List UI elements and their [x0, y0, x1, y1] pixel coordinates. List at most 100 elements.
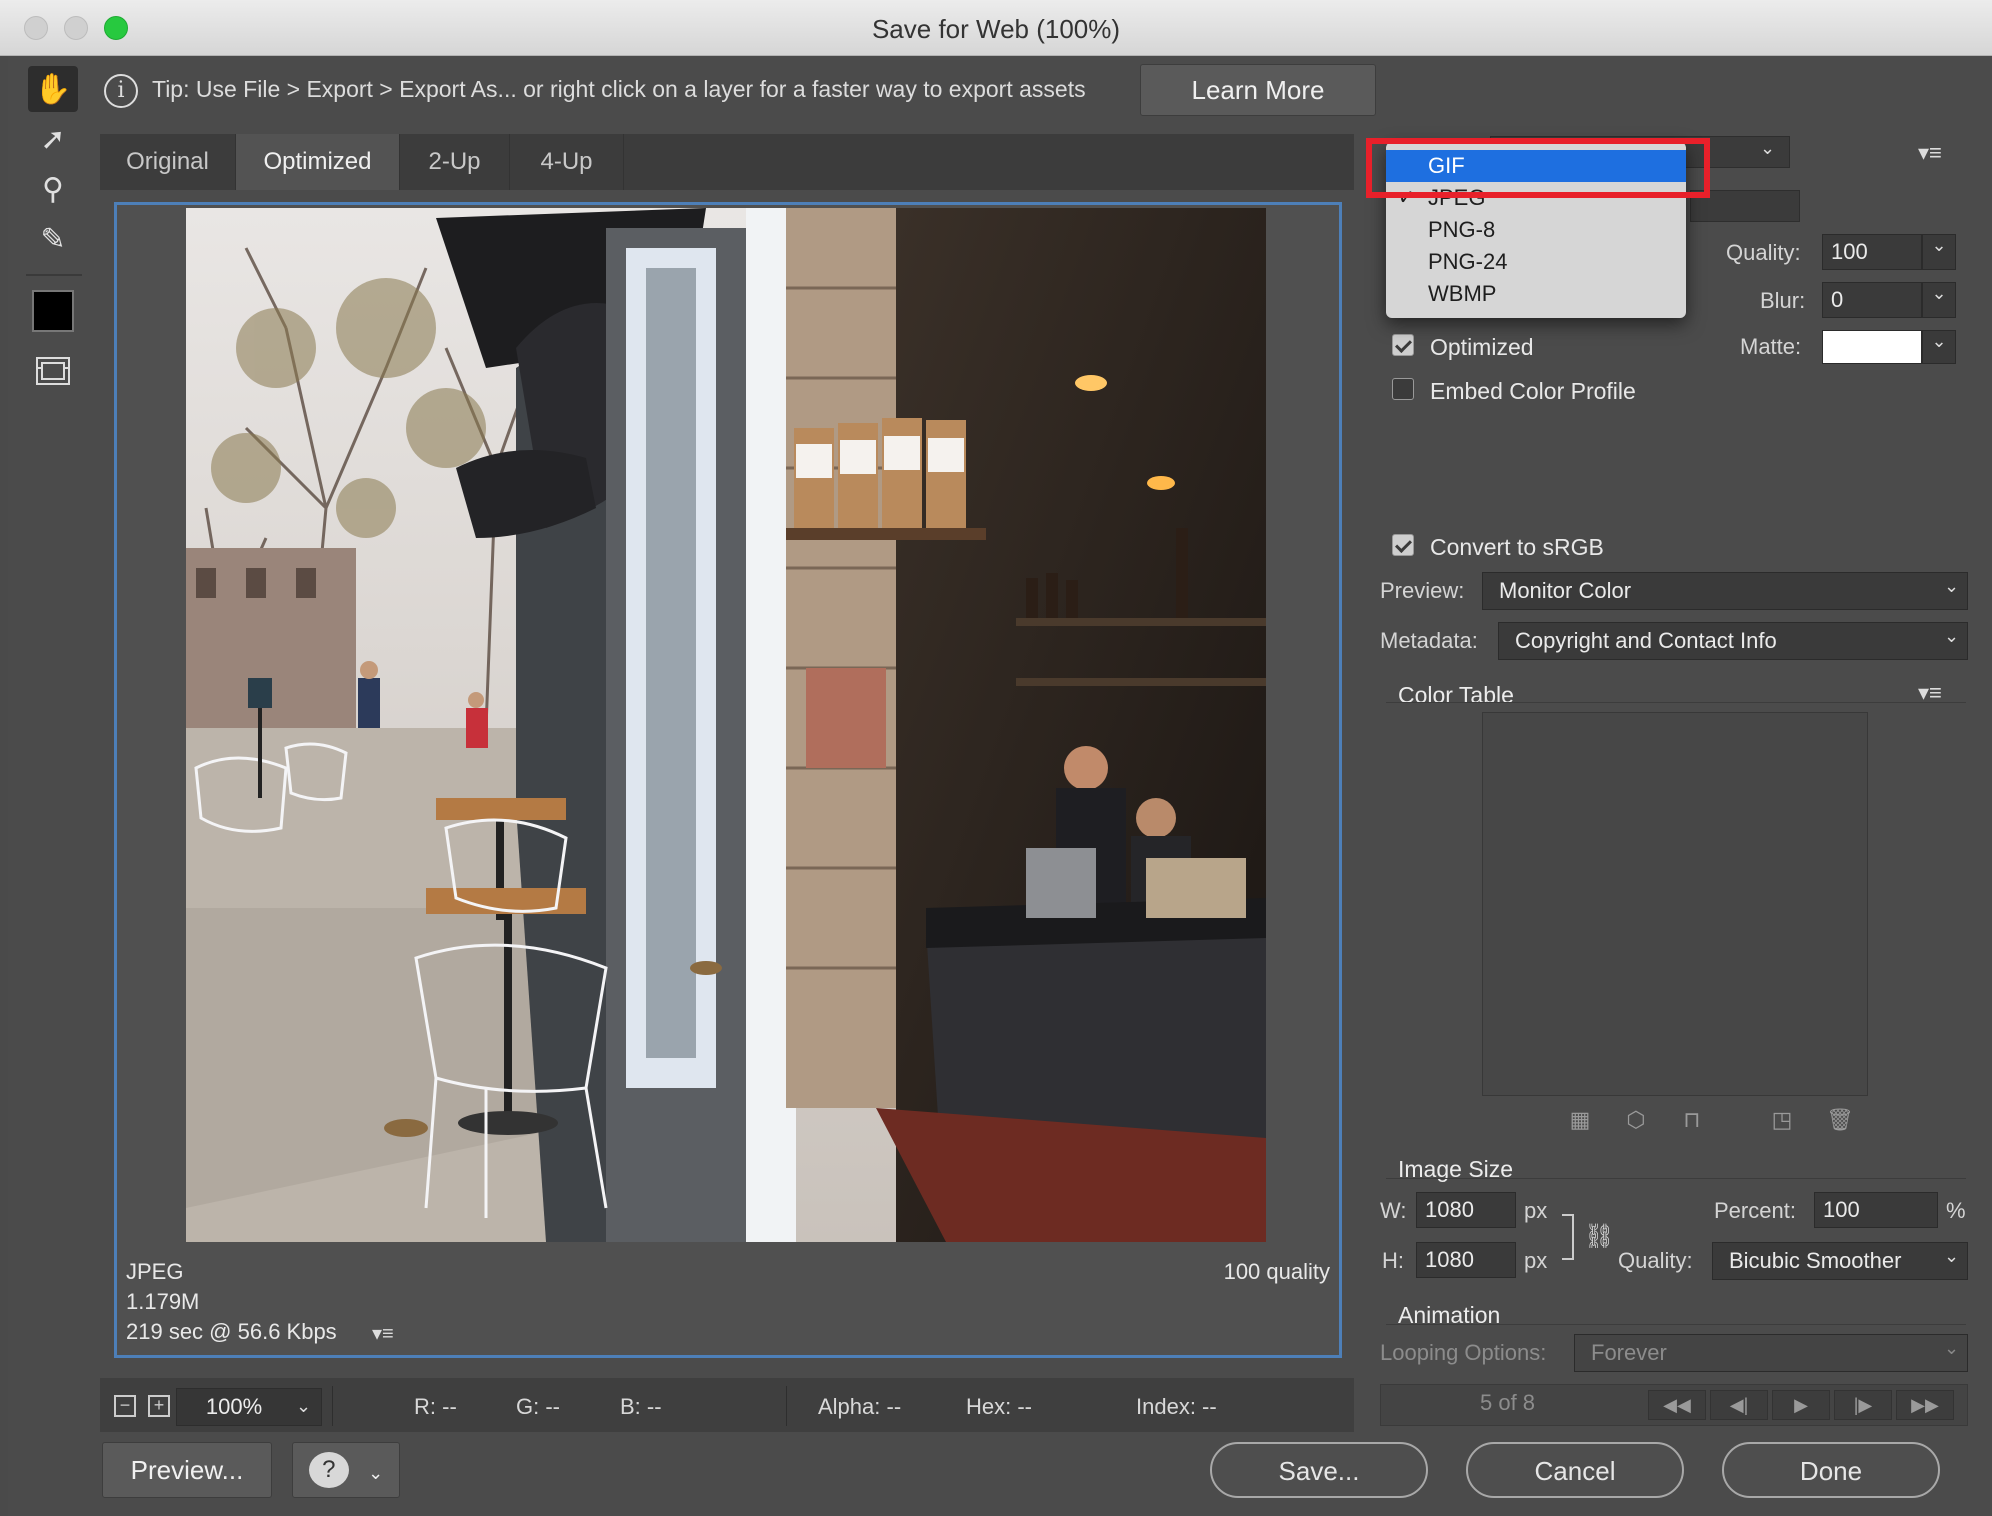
tab-4-up[interactable]: 4-Up [510, 134, 624, 190]
trash-icon[interactable]: 🗑 [1826, 1108, 1854, 1132]
menu-item-png-24[interactable]: PNG-24 [1386, 246, 1686, 278]
percent-field[interactable]: 100 [1814, 1192, 1938, 1228]
chevron-down-icon: ⌄ [1944, 576, 1960, 596]
quality-label: Quality: [1726, 240, 1801, 265]
section-divider [1386, 1324, 1966, 1325]
matte-dropdown[interactable]: ⌄ [1922, 330, 1956, 364]
embed-color-profile-label: Embed Color Profile [1430, 378, 1636, 404]
chevron-down-icon: ⌄ [1944, 1338, 1960, 1358]
zoom-in-button[interactable]: + [148, 1395, 170, 1417]
hand-icon: ✋ [34, 72, 72, 106]
toggle-slices-button[interactable] [28, 348, 78, 394]
resample-quality-select[interactable]: Bicubic Smoother [1712, 1242, 1968, 1280]
preview-in-browser-button[interactable]: ? ⌄ [292, 1442, 400, 1498]
blue-value: B: -- [620, 1394, 662, 1419]
chevron-down-icon: ⌄ [296, 1396, 312, 1416]
looping-options-select[interactable]: Forever [1574, 1334, 1968, 1372]
convert-srgb-label: Convert to sRGB [1430, 534, 1604, 560]
menu-item-png-8[interactable]: PNG-8 [1386, 214, 1686, 246]
browser-globe-icon: ? [308, 1452, 349, 1488]
optimize-menu-icon[interactable]: ▾≡ [1918, 140, 1942, 166]
preview-button[interactable]: Preview... [102, 1442, 272, 1498]
menu-item-label: PNG-24 [1428, 249, 1508, 274]
height-unit: px [1524, 1248, 1548, 1273]
chevron-down-icon: ⌄ [1944, 626, 1960, 646]
tip-text: Tip: Use File > Export > Export As... or… [152, 76, 1086, 102]
status-divider [332, 1386, 333, 1426]
slice-visibility-icon [36, 357, 70, 385]
previous-frame-button[interactable]: ◀| [1710, 1390, 1768, 1420]
tab-optimized[interactable]: Optimized [236, 134, 400, 190]
quality-field[interactable]: 100 [1822, 234, 1922, 270]
preview-color-select[interactable]: Monitor Color [1482, 572, 1968, 610]
annotation-highlight-box [1366, 138, 1710, 198]
eyedropper-tool[interactable]: ✎ [28, 216, 78, 262]
metadata-select[interactable]: Copyright and Contact Info [1498, 622, 1968, 660]
cancel-button[interactable]: Cancel [1466, 1442, 1684, 1498]
frame-counter: 5 of 8 [1480, 1390, 1536, 1415]
tab-2-up[interactable]: 2-Up [400, 134, 510, 190]
embed-color-profile-checkbox[interactable] [1392, 378, 1414, 400]
slice-select-tool[interactable]: ➚ [28, 116, 78, 162]
info-icon: i [104, 74, 138, 108]
chevron-down-icon: ⌄ [1931, 283, 1947, 303]
optimized-label: Optimized [1430, 334, 1534, 360]
matte-color-swatch[interactable] [1822, 330, 1922, 364]
lock-icon[interactable]: ⊓ [1680, 1108, 1704, 1132]
zoom-tool[interactable]: ⚲ [28, 166, 78, 212]
eyedropper-color-swatch[interactable] [32, 290, 74, 332]
zoom-out-button[interactable]: − [114, 1395, 136, 1417]
blur-label: Blur: [1760, 288, 1806, 313]
resample-quality-label: Quality: [1618, 1248, 1693, 1273]
magnifier-icon: ⚲ [42, 172, 64, 206]
web-shift-icon[interactable]: ▦ [1568, 1108, 1592, 1132]
chevron-down-icon: ⌄ [1931, 331, 1947, 351]
color-table-title: Color Table [1398, 682, 1514, 708]
cafe-photo [186, 208, 1266, 1242]
cube-icon[interactable]: ⬡ [1624, 1108, 1648, 1132]
preview-file-size: 1.179M [126, 1289, 200, 1314]
preview-format: JPEG [126, 1259, 184, 1284]
menu-item-label: PNG-8 [1428, 217, 1496, 242]
hex-value: Hex: -- [966, 1394, 1032, 1419]
percent-unit: % [1946, 1198, 1966, 1223]
height-field[interactable]: 1080 [1416, 1242, 1516, 1278]
save-button[interactable]: Save... [1210, 1442, 1428, 1498]
width-unit: px [1524, 1198, 1548, 1223]
status-divider [786, 1386, 787, 1426]
preview-download-time: 219 sec @ 56.6 Kbps [126, 1319, 337, 1344]
view-tabs: Original Optimized 2-Up 4-Up [100, 134, 1354, 190]
play-button[interactable]: ▶ [1772, 1390, 1830, 1420]
color-table-area[interactable] [1482, 712, 1868, 1096]
section-divider [1386, 702, 1966, 703]
width-label: W: [1380, 1198, 1407, 1223]
green-value: G: -- [516, 1394, 560, 1419]
convert-srgb-checkbox[interactable] [1392, 534, 1414, 556]
chevron-down-icon: ⌄ [368, 1463, 384, 1483]
download-speed-menu-icon[interactable]: ▾≡ [372, 1321, 394, 1346]
first-frame-button[interactable]: ◀◀ [1648, 1390, 1706, 1420]
optimized-checkbox[interactable] [1392, 334, 1414, 356]
done-button[interactable]: Done [1722, 1442, 1940, 1498]
link-icon[interactable]: ⛓ [1584, 1222, 1614, 1251]
blur-dropdown[interactable]: ⌄ [1922, 282, 1956, 318]
chevron-down-icon: ⌄ [1760, 138, 1776, 158]
hand-tool[interactable]: ✋ [28, 66, 78, 112]
tab-original[interactable]: Original [100, 134, 236, 190]
width-field[interactable]: 1080 [1416, 1192, 1516, 1228]
constrain-bracket [1562, 1214, 1574, 1260]
height-label: H: [1382, 1248, 1404, 1273]
red-value: R: -- [414, 1394, 457, 1419]
index-value: Index: -- [1136, 1394, 1217, 1419]
zoom-level-value: 100% [205, 1394, 263, 1419]
window-title: Save for Web (100%) [871, 14, 1121, 44]
next-frame-button[interactable]: |▶ [1834, 1390, 1892, 1420]
learn-more-button[interactable]: Learn More [1140, 64, 1376, 116]
blur-field[interactable]: 0 [1822, 282, 1922, 318]
last-frame-button[interactable]: ▶▶ [1896, 1390, 1954, 1420]
metadata-label: Metadata: [1380, 628, 1478, 653]
quality-dropdown[interactable]: ⌄ [1922, 234, 1956, 270]
new-color-icon[interactable]: ◳ [1770, 1108, 1794, 1132]
chevron-down-icon: ⌄ [1931, 235, 1947, 255]
menu-item-wbmp[interactable]: WBMP [1386, 278, 1686, 310]
